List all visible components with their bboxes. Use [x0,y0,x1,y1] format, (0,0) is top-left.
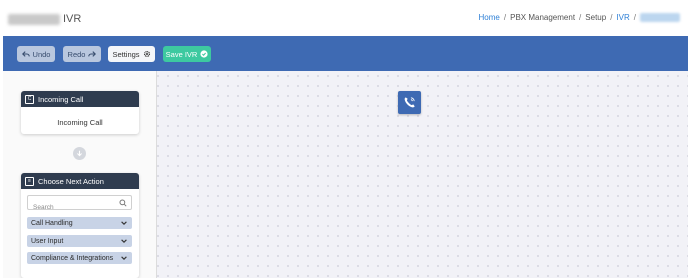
breadcrumb-ivr[interactable]: IVR [616,13,629,22]
down-arrow-icon [73,147,86,160]
choose-next-action-title: Choose Next Action [38,176,104,186]
collapse-icon[interactable]: C [25,94,34,104]
page-header: IVR Home / PBX Management / Setup / IVR … [0,0,688,36]
breadcrumb-separator: / [633,13,636,22]
check-circle-icon [200,50,208,58]
ivr-toolbar: Undo Redo Settings Save IVR [3,36,688,71]
redo-button[interactable]: Redo [63,46,101,62]
undo-button[interactable]: Undo [17,46,55,62]
page-title-text: IVR [63,13,82,25]
section-label: User Input [31,237,64,245]
search-icon [119,199,127,207]
save-ivr-button[interactable]: Save IVR [163,46,211,62]
breadcrumb-separator: / [503,13,507,22]
undo-label: Undo [32,49,51,59]
breadcrumb-pbx: PBX Management [510,13,576,22]
section-call-handling[interactable]: Call Handling [27,217,132,229]
incoming-call-node[interactable] [398,91,421,114]
incoming-call-body: Incoming Call [57,118,103,127]
breadcrumb-setup: Setup [585,13,607,22]
incoming-call-card[interactable]: C Incoming Call Incoming Call [21,91,139,134]
section-user-input[interactable]: User Input [27,235,132,247]
breadcrumb: Home / PBX Management / Setup / IVR / [479,13,680,22]
breadcrumb-separator: / [610,13,613,22]
chevron-down-icon [121,221,127,225]
gear-icon [143,50,150,58]
choose-next-action-card: ≡ Choose Next Action Call Handling User … [21,173,139,278]
settings-button[interactable]: Settings [108,46,155,62]
redo-label: Redo [67,49,86,59]
breadcrumb-separator: / [579,13,582,22]
incoming-call-header: C Incoming Call [21,91,139,107]
section-label: Compliance & Integrations [31,254,114,262]
save-label: Save IVR [165,49,198,59]
chevron-down-icon [121,256,127,260]
search-field[interactable] [27,195,132,214]
incoming-call-title: Incoming Call [38,94,84,104]
undo-arrow-icon [21,51,30,57]
section-compliance-integrations[interactable]: Compliance & Integrations [27,252,132,264]
breadcrumb-redacted[interactable] [640,13,680,22]
settings-label: Settings [112,49,140,59]
search-input[interactable] [28,201,113,214]
page-title: IVR [8,13,81,25]
phone-ringing-icon [404,97,415,108]
breadcrumb-home[interactable]: Home [479,13,500,22]
chevron-down-icon [121,239,127,243]
redo-arrow-icon [88,51,97,57]
redacted-company-name [8,13,60,25]
list-icon: ≡ [25,176,34,186]
section-label: Call Handling [31,219,73,227]
choose-next-action-header: ≡ Choose Next Action [21,173,139,189]
